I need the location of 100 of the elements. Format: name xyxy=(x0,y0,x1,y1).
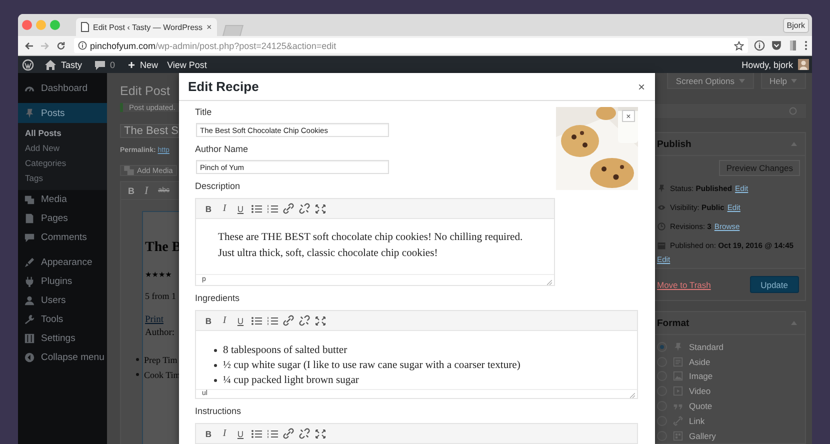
wordpress-logo-icon xyxy=(22,58,34,70)
brush-icon xyxy=(24,257,35,268)
site-name-link[interactable]: Tasty xyxy=(61,60,82,70)
sidebar-item[interactable]: Users xyxy=(18,291,107,310)
user-icon xyxy=(24,295,35,306)
post-title-field[interactable]: The Best S xyxy=(120,124,179,138)
radio-button[interactable] xyxy=(657,342,667,352)
help-button[interactable]: Help xyxy=(760,73,806,90)
option-label: Gallery xyxy=(689,430,716,441)
format-option[interactable]: Link xyxy=(657,413,805,428)
bullet-list-icon xyxy=(251,204,262,214)
italic-button[interactable]: I xyxy=(140,184,152,196)
submenu-item[interactable]: All Posts xyxy=(18,126,107,141)
bullet xyxy=(214,349,217,352)
back-button[interactable] xyxy=(24,40,34,50)
format-option[interactable]: Quote xyxy=(657,398,805,414)
print-link[interactable]: Print xyxy=(145,315,164,325)
unlink-button[interactable] xyxy=(297,200,312,216)
radio-button[interactable] xyxy=(657,356,667,367)
menu-button[interactable] xyxy=(804,40,808,51)
menu-label: Pages xyxy=(41,213,68,224)
rating-text: 5 from 1 xyxy=(145,291,176,301)
unlink-button[interactable] xyxy=(297,426,312,442)
format-option[interactable]: Standard xyxy=(657,339,805,354)
bold-button[interactable]: B xyxy=(124,186,138,196)
format-option[interactable]: Gallery xyxy=(657,428,805,443)
fullscreen-icon xyxy=(315,204,326,214)
option-label: Link xyxy=(689,416,705,426)
address-bar[interactable]: pinchofyum.com/wp-admin/post.php?post=24125&action=edit xyxy=(74,38,748,53)
collapse-arrow-icon xyxy=(791,321,797,326)
arrow-circle-icon xyxy=(24,352,35,363)
menu-label: Comments xyxy=(41,232,87,243)
radio-button[interactable] xyxy=(657,401,667,411)
extension-button[interactable] xyxy=(788,40,798,51)
new-link[interactable]: New xyxy=(140,60,158,70)
sidebar-item[interactable]: Dashboard xyxy=(18,79,107,98)
clock-icon xyxy=(657,222,666,232)
radio-button[interactable] xyxy=(657,371,667,382)
greeting-link[interactable]: Howdy, bjork xyxy=(742,60,793,70)
option-label: Standard xyxy=(689,342,724,352)
menu-label: Settings xyxy=(41,333,76,344)
move-to-trash-link[interactable]: Move to Trash xyxy=(657,280,711,290)
reload-button[interactable] xyxy=(56,40,66,50)
tab-title: Edit Post ‹ Tasty — WordPress xyxy=(93,22,203,32)
sidebar-item[interactable]: Pages xyxy=(18,209,107,228)
underline-button[interactable]: U xyxy=(233,200,248,216)
field-label: Ingredients xyxy=(195,292,241,304)
format-option[interactable]: Image xyxy=(657,369,805,384)
submenu-item[interactable]: Categories xyxy=(18,156,107,171)
extension-button[interactable] xyxy=(771,40,782,51)
sidebar-item[interactable]: Collapse menu xyxy=(18,348,107,367)
caret-icon xyxy=(791,78,797,82)
bold-button[interactable]: B xyxy=(201,426,216,442)
radio-button[interactable] xyxy=(657,416,667,426)
screen-options-button[interactable]: Screen Options xyxy=(666,73,754,90)
plug-icon xyxy=(24,276,35,287)
pin-icon xyxy=(673,342,683,352)
remove-image-button[interactable]: × xyxy=(622,110,635,122)
italic-button[interactable]: I xyxy=(217,200,232,216)
format-option[interactable]: Aside xyxy=(657,354,805,370)
unlink-button[interactable] xyxy=(297,312,312,328)
extension-button[interactable] xyxy=(754,40,765,51)
image-icon xyxy=(673,371,683,382)
underline-button[interactable]: U xyxy=(233,426,248,442)
browser-tab[interactable]: Edit Post ‹ Tasty — WordPress × xyxy=(76,18,217,36)
unlink-icon xyxy=(299,315,310,326)
text-editor[interactable]: B I U xyxy=(195,423,638,444)
radio-button[interactable] xyxy=(657,386,667,396)
option-label: Video xyxy=(689,386,711,396)
bold-button[interactable]: B xyxy=(201,200,216,216)
underline-button[interactable]: U xyxy=(233,312,248,328)
italic-button[interactable]: I xyxy=(217,312,232,328)
close-tab-button[interactable]: × xyxy=(206,22,212,32)
link-button[interactable] xyxy=(281,426,296,442)
link-button[interactable] xyxy=(281,312,296,328)
update-button[interactable]: Update xyxy=(750,276,799,294)
bold-button[interactable]: B xyxy=(201,312,216,328)
fullscreen-icon xyxy=(315,316,326,326)
sidebar-item[interactable]: Media xyxy=(18,190,107,209)
wrench-icon xyxy=(24,314,35,325)
note-icon xyxy=(673,356,683,367)
italic-button[interactable]: I xyxy=(217,426,232,442)
close-button[interactable]: × xyxy=(638,80,645,92)
link-button[interactable] xyxy=(281,200,296,216)
sidebar-item[interactable]: Appearance xyxy=(18,253,107,272)
radio-button[interactable] xyxy=(657,430,667,441)
field-label: Author Name xyxy=(195,143,250,155)
view-post-link[interactable]: View Post xyxy=(167,60,207,70)
sidebar-item[interactable]: Settings xyxy=(18,329,107,348)
submenu-item[interactable]: Tags xyxy=(18,171,107,186)
comment-count[interactable]: 0 xyxy=(110,60,116,70)
sidebar-item[interactable]: Plugins xyxy=(18,272,107,291)
back-arrow-icon xyxy=(24,40,34,50)
sidebar-item[interactable]: Comments xyxy=(18,228,107,247)
profile-button[interactable]: Bjork xyxy=(782,18,809,32)
menu-label: Users xyxy=(41,295,66,306)
sidebar-item[interactable]: Tools xyxy=(18,310,107,329)
sidebar-item[interactable]: Posts xyxy=(18,103,107,123)
submenu-item[interactable]: Add New xyxy=(18,141,107,156)
format-option[interactable]: Video xyxy=(657,384,805,399)
